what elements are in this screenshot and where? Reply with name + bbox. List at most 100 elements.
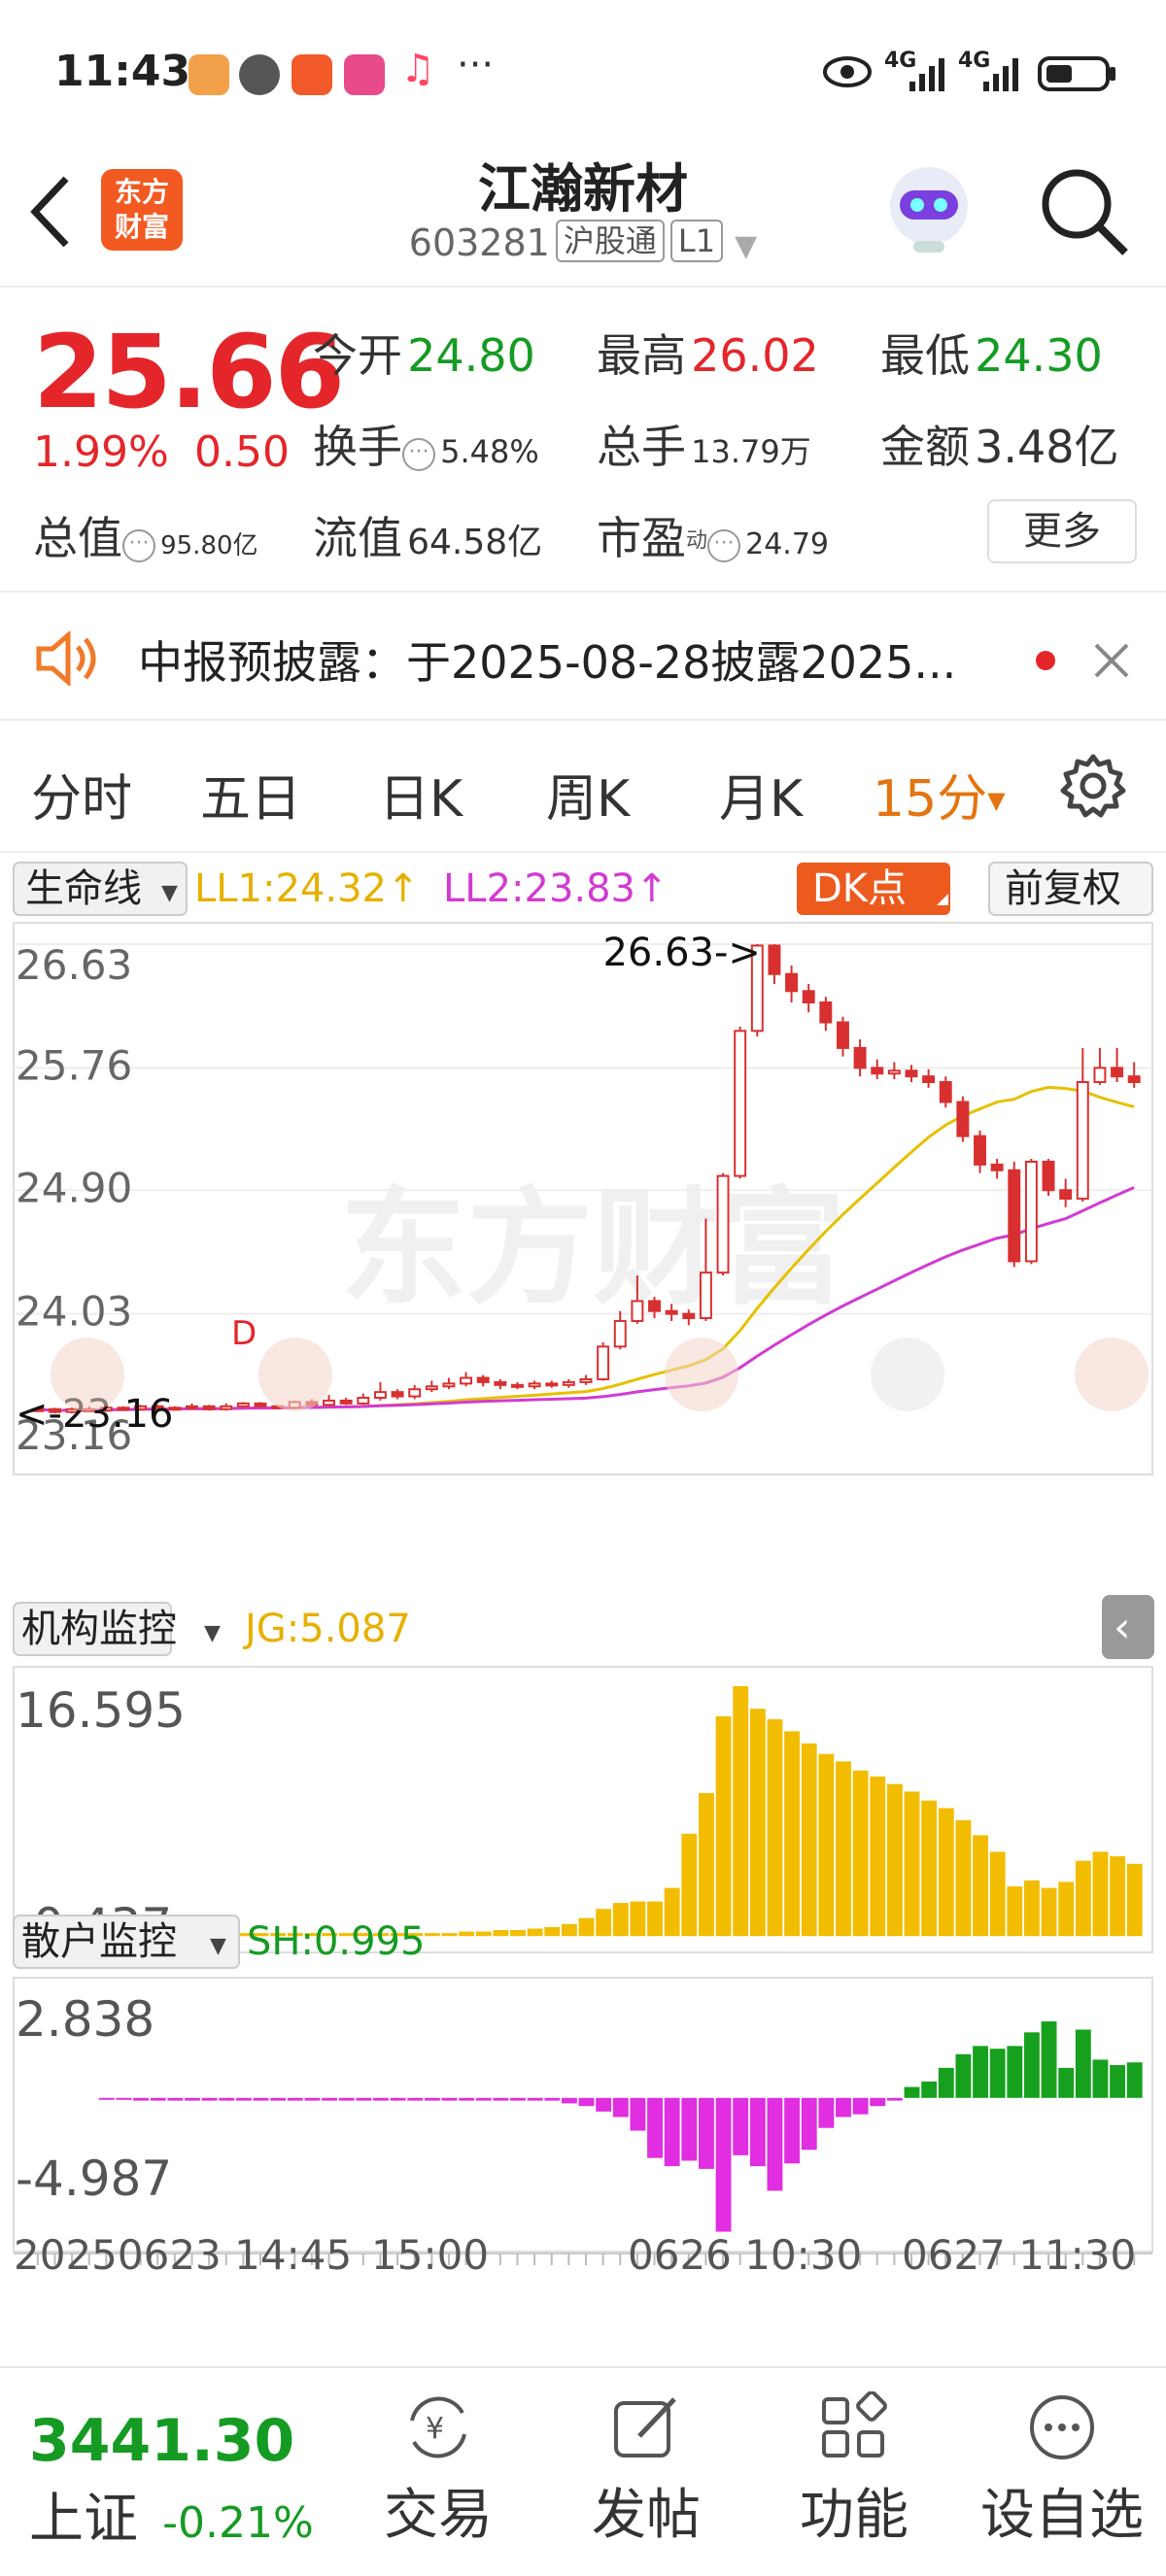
info-icon[interactable]: ··· xyxy=(707,529,741,562)
jg-top-tick: 16.595 xyxy=(16,1682,186,1739)
bar-positive xyxy=(1092,1851,1109,1937)
candle-down xyxy=(511,1383,524,1388)
candle-down xyxy=(871,1067,884,1075)
robot-assistant-icon[interactable] xyxy=(878,157,979,258)
stock-code: 603281 xyxy=(408,221,550,264)
float-cap-value: 64.58亿 xyxy=(407,523,543,562)
tab-five-day[interactable]: 五日 xyxy=(200,758,301,830)
indicator-label: 生命线 xyxy=(25,866,142,911)
bar-positive xyxy=(1023,2032,1040,2098)
current-price: 25.66 xyxy=(33,313,345,431)
add-watchlist-button[interactable]: 设自选 xyxy=(970,2391,1154,2550)
tab-15min[interactable]: 15分▼ xyxy=(873,758,1006,830)
candle-down xyxy=(1127,1075,1141,1084)
candle-down xyxy=(956,1101,970,1137)
price-tick-label: 25.76 xyxy=(16,1041,132,1089)
bar-negative xyxy=(801,2097,817,2151)
bar-negative xyxy=(596,2097,612,2112)
bar-negative xyxy=(235,2097,252,2101)
kline-chart[interactable]: 生命线 ▼ LL1:24.32↑ LL2:23.83↑ DK点 前复权 东方财富… xyxy=(0,855,1166,2273)
turnover-value: 5.48% xyxy=(440,433,539,470)
bar-negative xyxy=(630,2097,646,2131)
dropdown-icon[interactable]: ▼ xyxy=(735,229,757,263)
volume-value: 13.79万 xyxy=(691,433,811,470)
bar-positive xyxy=(1058,1881,1075,1937)
candle-up xyxy=(579,1377,593,1383)
info-icon[interactable]: ··· xyxy=(402,438,435,471)
candle-down xyxy=(974,1135,986,1166)
ll1-label: LL1:24.32↑ xyxy=(194,866,420,911)
bar-negative xyxy=(167,2097,184,2101)
bar-negative xyxy=(253,2097,269,2101)
bar-negative xyxy=(133,2097,150,2101)
connect-tag: 沪股通 xyxy=(555,220,665,262)
notice-bar[interactable]: 中报预披露：于2025-08-28披露2025... xyxy=(0,594,1166,721)
open-value: 24.80 xyxy=(407,329,535,382)
bar-positive xyxy=(699,1792,714,1937)
close-icon[interactable] xyxy=(1092,641,1131,680)
tab-daily-k[interactable]: 日K xyxy=(379,758,463,830)
bar-positive xyxy=(921,2081,938,2098)
bar-positive xyxy=(664,1887,680,1937)
bar-negative xyxy=(493,2097,509,2101)
bar-positive xyxy=(493,1930,509,1937)
bar-negative xyxy=(270,2097,287,2101)
bar-negative xyxy=(886,2097,903,2101)
bar-negative xyxy=(733,2097,749,2155)
bar-positive xyxy=(852,1770,869,1937)
index-name: 上证 xyxy=(29,2488,138,2551)
more-button[interactable]: 更多 xyxy=(987,499,1137,563)
trade-button[interactable]: ¥ 交易 xyxy=(346,2391,531,2550)
candle-up xyxy=(460,1376,473,1385)
post-button[interactable]: 发帖 xyxy=(554,2391,738,2550)
bar-positive xyxy=(886,1783,903,1937)
candle-down xyxy=(1008,1169,1021,1263)
bar-positive xyxy=(733,1685,749,1937)
high-stat: 最高 26.02 xyxy=(597,329,819,382)
bar-positive xyxy=(801,1743,817,1937)
signal-icon xyxy=(983,58,1018,91)
bar-negative xyxy=(373,2097,389,2101)
bar-positive xyxy=(647,1901,663,1937)
float-cap-stat: 流值 64.58亿 xyxy=(313,512,543,564)
bar-negative xyxy=(116,2097,132,2100)
functions-button[interactable]: 功能 xyxy=(762,2390,946,2550)
stock-header: 东方 财富 江瀚新材 603281 沪股通 L1 ▼ xyxy=(0,146,1166,288)
candle-down xyxy=(1042,1160,1055,1192)
status-bar: 11:43 ♫ ··· 4G 4G xyxy=(0,0,1166,146)
max-price-annotation: 26.63-> xyxy=(602,931,760,975)
high-value: 26.02 xyxy=(691,329,819,382)
bar-positive xyxy=(1023,1880,1040,1937)
low-stat: 最低 24.30 xyxy=(880,329,1103,382)
settings-gear-icon[interactable] xyxy=(1059,752,1127,820)
bar-positive xyxy=(938,1808,954,1937)
candle-up xyxy=(631,1300,644,1322)
back-icon-small xyxy=(665,1338,738,1411)
info-icon[interactable]: ··· xyxy=(122,529,155,562)
candle-up xyxy=(408,1388,422,1398)
tab-monthly-k[interactable]: 月K xyxy=(719,758,803,830)
bar-positive xyxy=(715,1715,732,1937)
speaker-icon xyxy=(36,631,96,686)
bar-negative xyxy=(201,2097,218,2101)
candle-down xyxy=(853,1046,867,1069)
turnover-stat: 换手 ··· 5.48% xyxy=(313,421,539,473)
search-icon[interactable] xyxy=(1038,165,1131,258)
candle-up xyxy=(442,1382,456,1388)
tab-weekly-k[interactable]: 周K xyxy=(546,758,630,830)
tab-intraday[interactable]: 分时 xyxy=(31,758,132,830)
bar-positive xyxy=(1058,2067,1075,2098)
candle-down xyxy=(939,1081,952,1103)
bar-negative xyxy=(715,2097,732,2232)
period-tabs: 分时 五日 日K 周K 月K 15分▼ xyxy=(0,723,1166,853)
bar-negative xyxy=(870,2097,886,2107)
bar-positive xyxy=(441,1933,458,1937)
index-widget[interactable]: 3441.30 上证 -0.21% xyxy=(29,2407,314,2554)
candle-down xyxy=(494,1380,507,1386)
bar-negative xyxy=(390,2097,406,2101)
bar-positive xyxy=(510,1930,526,1937)
bar-positive xyxy=(938,2067,954,2098)
price-tick-label: 24.03 xyxy=(16,1288,132,1336)
sh-title: 散户监控 xyxy=(21,1919,177,1964)
candle-down xyxy=(665,1309,678,1315)
